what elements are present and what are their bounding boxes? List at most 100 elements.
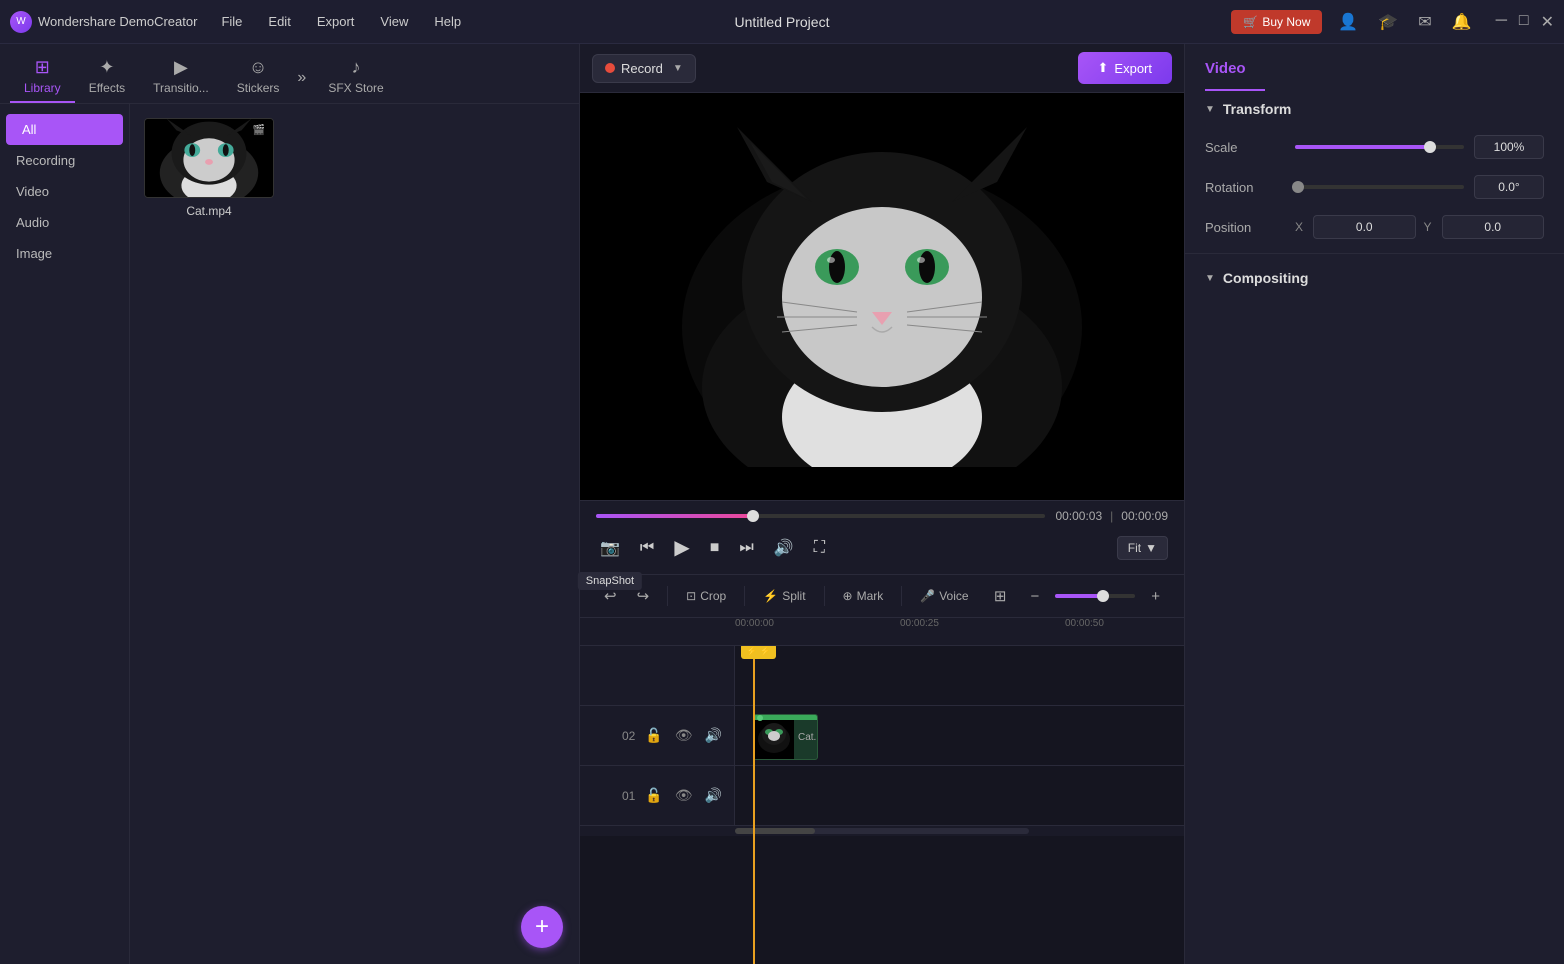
- maximize-button[interactable]: □: [1519, 12, 1529, 32]
- timeline-scrollbar[interactable]: [580, 826, 1184, 836]
- time-separator: |: [1110, 509, 1113, 523]
- sidebar-item-audio[interactable]: Audio: [0, 207, 129, 238]
- transform-collapse-icon: ▼: [1205, 104, 1215, 115]
- track-visibility-button-02[interactable]: 👁: [673, 725, 695, 746]
- window-controls: ─ □ ✕: [1496, 12, 1554, 32]
- sidebar-item-recording[interactable]: Recording: [0, 145, 129, 176]
- clip-label: Cat.m: [794, 730, 817, 745]
- minimize-button[interactable]: ─: [1496, 12, 1507, 32]
- compositing-section-header[interactable]: ▼ Compositing: [1185, 260, 1564, 296]
- scrollbar-track: [735, 828, 1029, 834]
- timeline-panel: ↩ ↪ ⊡ Crop ⚡ Split ⊕ Mark: [580, 574, 1184, 964]
- account-icon[interactable]: 👤: [1334, 8, 1362, 36]
- stickers-tab-icon: ☺: [249, 57, 267, 78]
- add-media-button[interactable]: +: [521, 906, 563, 948]
- scale-value[interactable]: 100%: [1474, 135, 1544, 159]
- x-value[interactable]: 0.0: [1313, 215, 1416, 239]
- snapshot-button[interactable]: 📷 SnapShot: [596, 534, 624, 562]
- menu-view[interactable]: View: [376, 12, 412, 31]
- scale-slider-track[interactable]: [1295, 145, 1464, 149]
- export-icon: ⬆: [1098, 60, 1109, 76]
- tab-stickers[interactable]: ☺ Stickers: [223, 53, 294, 103]
- step-back-button[interactable]: ⏮: [636, 535, 658, 561]
- position-label: Position: [1205, 220, 1285, 235]
- fit-dropdown[interactable]: Fit ▼: [1117, 536, 1168, 560]
- crop-label: Crop: [700, 589, 726, 603]
- menu-export[interactable]: Export: [313, 12, 359, 31]
- rotation-label: Rotation: [1205, 180, 1285, 195]
- voice-tool[interactable]: 🎤 Voice: [912, 585, 976, 607]
- track-mute-button-02[interactable]: 🔊: [703, 725, 724, 746]
- record-button[interactable]: Record ▼: [592, 54, 696, 83]
- menu-help[interactable]: Help: [430, 12, 465, 31]
- clip-thumbnail: [754, 715, 794, 759]
- titlebar: W Wondershare DemoCreator File Edit Expo…: [0, 0, 1564, 44]
- tab-effects[interactable]: ✦ Effects: [75, 53, 139, 103]
- track-visibility-button-01[interactable]: 👁: [673, 785, 695, 806]
- scale-slider-thumb: [1424, 141, 1436, 153]
- buy-now-button[interactable]: 🛒 Buy Now: [1231, 10, 1322, 34]
- center-column: Record ▼ ⬆ Export: [580, 44, 1184, 964]
- scale-label: Scale: [1205, 140, 1285, 155]
- playhead[interactable]: ⚡ ⚡: [753, 646, 755, 964]
- library-content: All Recording Video Audio Image: [0, 104, 579, 964]
- zoom-out-button[interactable]: −: [1022, 584, 1047, 609]
- tab-library[interactable]: ⊞ Library: [10, 53, 75, 103]
- zoom-in-button[interactable]: +: [1143, 584, 1168, 609]
- file-item-cat[interactable]: 🎬 Cat.mp4: [144, 118, 274, 218]
- track-lock-button-02[interactable]: 🔓: [643, 725, 664, 746]
- track-number-02: 02: [622, 729, 635, 743]
- fit-timeline-button[interactable]: ⊞: [986, 583, 1015, 609]
- snapshot-tooltip: SnapShot: [578, 572, 642, 590]
- scrollbar-thumb[interactable]: [735, 828, 815, 834]
- rotation-value[interactable]: 0.0°: [1474, 175, 1544, 199]
- stop-button[interactable]: ■: [706, 535, 724, 561]
- zoom-fill: [1055, 594, 1103, 598]
- ruler-marks-container: 00:00:00 00:00:25 00:00:50 00:01:15 00:0…: [735, 618, 1184, 641]
- play-button[interactable]: ▶: [670, 531, 693, 564]
- fullscreen-button[interactable]: ⛶: [810, 535, 829, 561]
- library-tab-label: Library: [24, 81, 61, 95]
- more-tabs-button[interactable]: »: [297, 69, 306, 87]
- export-label: Export: [1114, 61, 1152, 76]
- volume-button[interactable]: 🔊: [770, 534, 798, 562]
- close-button[interactable]: ✕: [1541, 12, 1554, 32]
- transform-section-header[interactable]: ▼ Transform: [1185, 91, 1564, 127]
- rotation-row: Rotation 0.0°: [1185, 167, 1564, 207]
- app-name: Wondershare DemoCreator: [38, 14, 197, 29]
- mark-tool[interactable]: ⊕ Mark: [835, 585, 892, 607]
- rotation-slider-track[interactable]: [1295, 185, 1464, 189]
- transitions-tab-icon: ▶: [174, 57, 188, 78]
- progress-track[interactable]: [596, 514, 1045, 518]
- sidebar-item-video[interactable]: Video: [0, 176, 129, 207]
- empty-track-label: [580, 646, 735, 705]
- track-mute-button-01[interactable]: 🔊: [703, 785, 724, 806]
- track-number-01: 01: [622, 789, 635, 803]
- y-value[interactable]: 0.0: [1442, 215, 1545, 239]
- notification-icon[interactable]: 🔔: [1448, 8, 1476, 36]
- mail-icon[interactable]: ✉: [1414, 8, 1435, 36]
- fit-chevron-icon: ▼: [1145, 541, 1157, 555]
- rotation-slider-container: [1295, 185, 1464, 189]
- export-button[interactable]: ⬆ Export: [1078, 52, 1172, 84]
- record-label: Record: [621, 61, 663, 76]
- transitions-tab-label: Transitio...: [153, 81, 209, 95]
- menu-edit[interactable]: Edit: [264, 12, 294, 31]
- project-title: Untitled Project: [735, 14, 830, 30]
- sidebar-item-all[interactable]: All: [6, 114, 123, 145]
- step-forward-button[interactable]: ⏭: [735, 535, 757, 561]
- crop-tool[interactable]: ⊡ Crop: [678, 585, 734, 607]
- tab-sfx[interactable]: ♪ SFX Store: [314, 53, 397, 103]
- split-tool[interactable]: ⚡ Split: [755, 585, 813, 607]
- menu-file[interactable]: File: [217, 12, 246, 31]
- preview-toolbar: Record ▼ ⬆ Export: [580, 44, 1184, 93]
- tab-transitions[interactable]: ▶ Transitio...: [139, 53, 223, 103]
- clip-header-dot: [757, 715, 763, 721]
- video-clip-cat[interactable]: Cat.m: [753, 714, 818, 760]
- learn-icon[interactable]: 🎓: [1374, 8, 1402, 36]
- sidebar-item-image[interactable]: Image: [0, 238, 129, 269]
- track-lock-button-01[interactable]: 🔓: [643, 785, 664, 806]
- rotation-slider-thumb: [1292, 181, 1304, 193]
- toolbar-tabs: ⊞ Library ✦ Effects ▶ Transitio... ☺ Sti…: [0, 44, 579, 104]
- zoom-slider[interactable]: [1055, 594, 1135, 598]
